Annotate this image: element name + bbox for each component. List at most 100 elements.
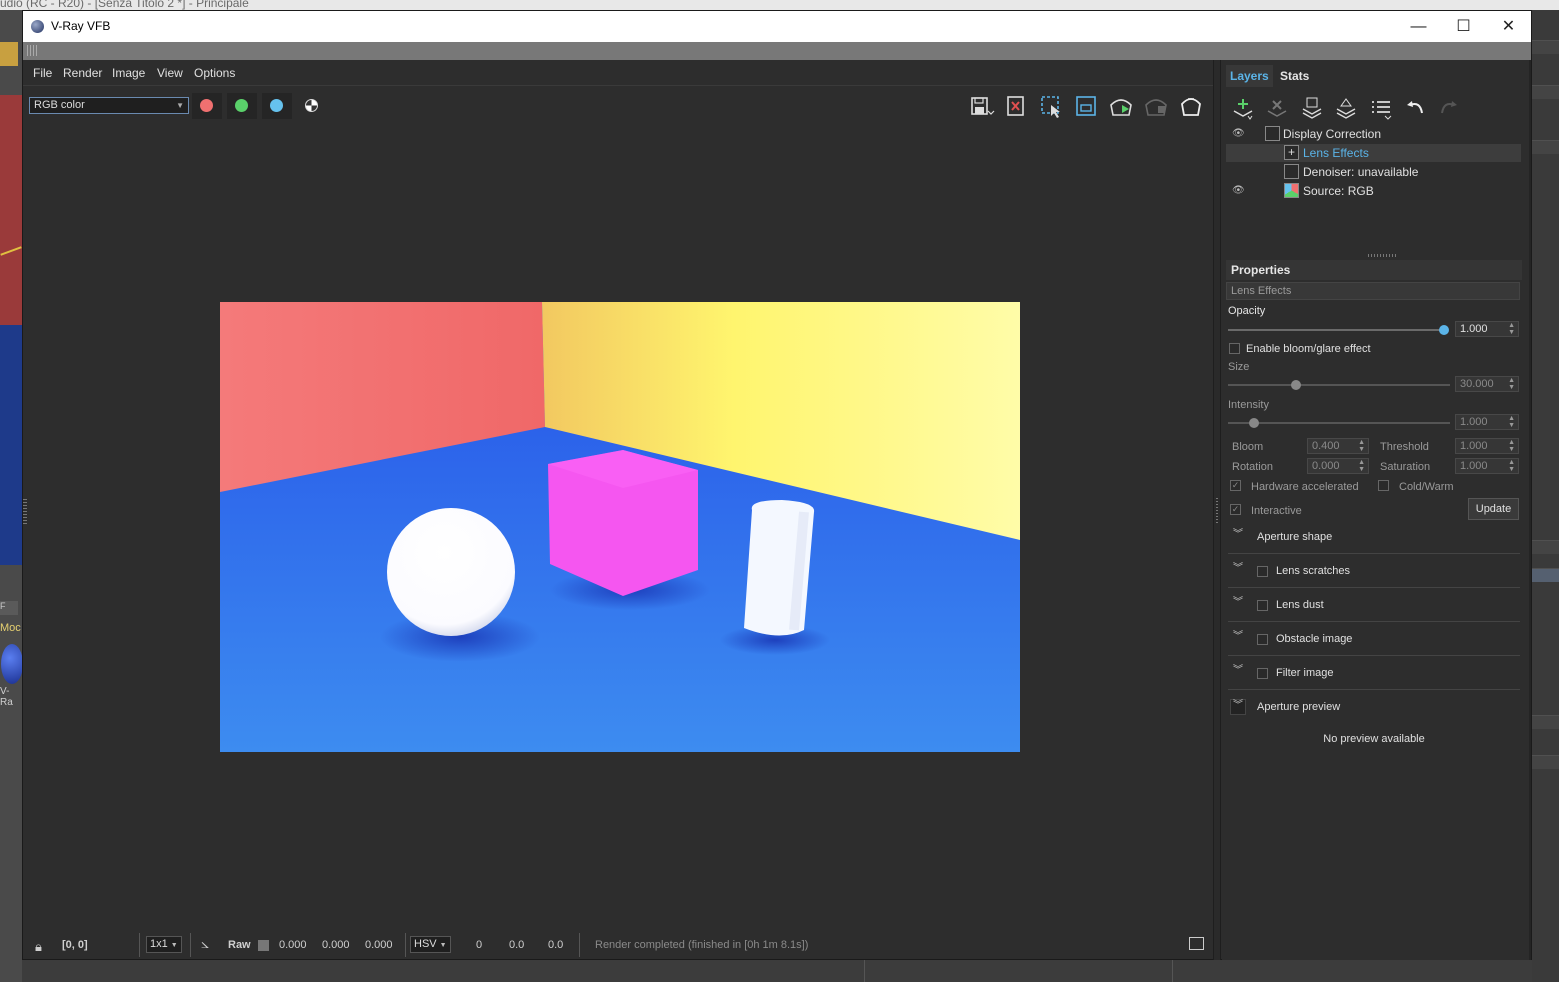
lock-icon[interactable]: 🔒︎ [35, 939, 42, 955]
title-bar[interactable]: V-Ray VFB — ☐ ✕ [23, 11, 1531, 42]
chevron-down-icon[interactable]: ︾ [1230, 597, 1246, 613]
menu-view[interactable]: View [157, 66, 183, 80]
intensity-field[interactable]: 1.000 ▲ ▼ [1455, 414, 1519, 430]
section-filter-image[interactable]: ︾ Filter image [1228, 658, 1520, 690]
green-channel-button[interactable] [227, 93, 257, 119]
layers-splitter[interactable] [1226, 252, 1522, 258]
redo-icon[interactable] [1436, 95, 1462, 121]
opacity-field[interactable]: 1.000 ▲ ▼ [1455, 321, 1519, 337]
lens-compare-icon[interactable] [1072, 93, 1100, 119]
size-knob[interactable] [1291, 380, 1301, 390]
cold-warm-checkbox[interactable] [1378, 480, 1389, 491]
spin-arrows-icon[interactable]: ▲ ▼ [1358, 439, 1365, 453]
pixel-g: 0.000 [322, 939, 350, 951]
layer-row-source[interactable]: 👁︎ Source: RGB [1226, 182, 1521, 200]
host-separator [864, 960, 865, 982]
intensity-knob[interactable] [1249, 418, 1259, 428]
saturation-field[interactable]: 1.000 ▲ ▼ [1455, 458, 1519, 474]
obstacle-image-checkbox[interactable] [1257, 634, 1268, 645]
status-separator [579, 933, 580, 957]
lens-dust-checkbox[interactable] [1257, 600, 1268, 611]
spin-arrows-icon[interactable]: ▲ ▼ [1358, 459, 1365, 473]
channel-select[interactable]: RGB color ▼ [29, 97, 189, 114]
spin-arrows-icon[interactable]: ▲ ▼ [1508, 459, 1515, 473]
chevron-down-icon[interactable]: ︾ [1230, 529, 1246, 545]
save-layers-icon[interactable] [1299, 95, 1325, 121]
color-picker-icon[interactable]: ⦣ [201, 935, 209, 952]
bloom-field[interactable]: 0.400 ▲ ▼ [1307, 438, 1369, 454]
interactive-checkbox[interactable]: ✓ [1230, 504, 1241, 515]
save-image-icon[interactable] [967, 93, 995, 119]
intensity-value: 1.000 [1460, 416, 1488, 428]
section-aperture-shape[interactable]: ︾ Aperture shape [1228, 522, 1520, 554]
chevron-down-icon[interactable]: ︾ [1230, 563, 1246, 579]
filter-image-checkbox[interactable] [1257, 668, 1268, 679]
update-button[interactable]: Update [1468, 498, 1519, 520]
delete-layer-icon[interactable] [1264, 95, 1290, 121]
close-button[interactable]: ✕ [1486, 11, 1531, 42]
maximize-button[interactable]: ☐ [1441, 11, 1486, 42]
opacity-value: 1.000 [1460, 323, 1488, 335]
section-lens-scratches[interactable]: ︾ Lens scratches [1228, 556, 1520, 588]
tab-stats[interactable]: Stats [1276, 65, 1314, 87]
section-lens-dust[interactable]: ︾ Lens dust [1228, 590, 1520, 622]
clear-image-icon[interactable] [1002, 93, 1030, 119]
add-layer-icon[interactable] [1230, 95, 1256, 121]
eye-icon[interactable]: 👁︎ [1232, 185, 1245, 196]
section-aperture-preview[interactable]: ︾ Aperture preview [1228, 692, 1520, 724]
spin-arrows-icon[interactable]: ▲ ▼ [1508, 377, 1515, 391]
rotation-field[interactable]: 0.000 ▲ ▼ [1307, 458, 1369, 474]
spin-arrows-icon[interactable]: ▲ ▼ [1508, 415, 1515, 429]
lens-scratches-checkbox[interactable] [1257, 566, 1268, 577]
render-icon[interactable] [1107, 93, 1135, 119]
menu-image[interactable]: Image [112, 66, 145, 80]
hardware-accelerated-checkbox[interactable]: ✓ [1230, 480, 1241, 491]
tab-layers[interactable]: Layers [1226, 65, 1273, 87]
section-obstacle-image[interactable]: ︾ Obstacle image [1228, 624, 1520, 656]
dock-grip[interactable] [23, 42, 1531, 60]
threshold-field[interactable]: 1.000 ▲ ▼ [1455, 438, 1519, 454]
left-splitter[interactable] [23, 499, 27, 525]
host-f-button[interactable]: F [0, 601, 18, 615]
minimize-button[interactable]: — [1396, 11, 1441, 42]
menu-render[interactable]: Render [63, 66, 102, 80]
undo-icon[interactable] [1402, 95, 1428, 121]
zoom-select[interactable]: 1x1 ▼ [146, 936, 182, 953]
intensity-slider[interactable] [1228, 418, 1450, 428]
red-channel-button[interactable] [192, 93, 222, 119]
opacity-slider[interactable] [1228, 325, 1449, 335]
layer-row-lens-effects[interactable]: + Lens Effects [1226, 144, 1521, 162]
stop-render-icon[interactable] [1142, 93, 1170, 119]
menu-file[interactable]: File [33, 66, 52, 80]
load-layers-icon[interactable] [1333, 95, 1359, 121]
eye-icon[interactable]: 👁︎ [1232, 128, 1245, 139]
move-tool-icon[interactable] [0, 42, 18, 66]
size-slider[interactable] [1228, 380, 1450, 390]
enable-bloom-checkbox[interactable] [1229, 343, 1240, 354]
layer-tree: 👁︎ Display Correction + Lens Effects Den… [1226, 125, 1521, 247]
region-render-icon[interactable] [1037, 93, 1065, 119]
spin-arrows-icon[interactable]: ▲ ▼ [1508, 439, 1515, 453]
green-channel-icon [235, 99, 248, 112]
panel-splitter[interactable] [1213, 60, 1221, 960]
log-toggle-icon[interactable] [1189, 937, 1204, 950]
chevron-down-icon[interactable]: ︾ [1230, 665, 1246, 681]
menu-options[interactable]: Options [194, 66, 235, 80]
opacity-knob[interactable] [1439, 325, 1449, 335]
layer-list-icon[interactable] [1368, 95, 1394, 121]
spin-arrows-icon[interactable]: ▲ ▼ [1508, 322, 1515, 336]
size-value: 30.000 [1460, 378, 1494, 390]
host-material-preview[interactable] [1, 644, 23, 684]
pixel-s: 0.0 [509, 939, 525, 951]
chevron-down-icon[interactable]: ︾ [1230, 699, 1246, 715]
color-mode-select[interactable]: HSV ▼ [410, 936, 451, 953]
render-viewport[interactable] [220, 302, 1020, 752]
host-right-bar [1532, 568, 1559, 582]
blue-channel-button[interactable] [262, 93, 292, 119]
teapot-icon[interactable] [1177, 93, 1205, 119]
chevron-down-icon[interactable]: ︾ [1230, 631, 1246, 647]
mono-channel-button[interactable] [297, 93, 327, 119]
layer-row-display-correction[interactable]: 👁︎ Display Correction [1226, 125, 1521, 143]
layer-row-denoiser[interactable]: Denoiser: unavailable [1226, 163, 1521, 181]
size-field[interactable]: 30.000 ▲ ▼ [1455, 376, 1519, 392]
